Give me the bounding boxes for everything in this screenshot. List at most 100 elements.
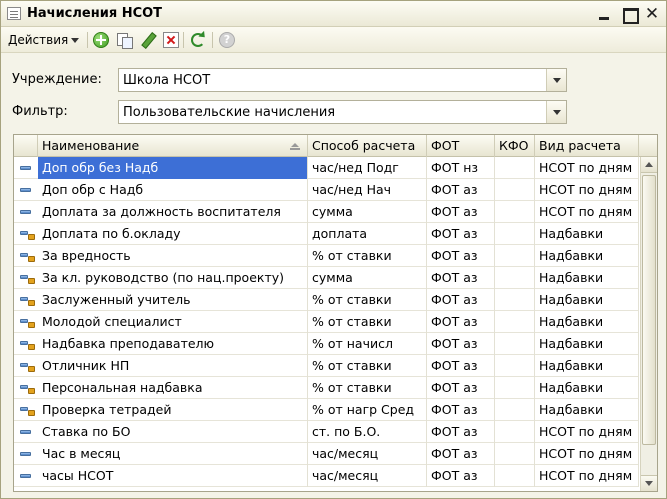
cell-method[interactable]: час/месяц: [308, 465, 427, 487]
cell-name[interactable]: Персональная надбавка: [38, 377, 308, 399]
cell-calc-type[interactable]: НСОТ по дням: [535, 201, 639, 223]
column-header-kfo[interactable]: КФО: [495, 135, 535, 157]
table-row[interactable]: Заслуженный учитель% от ставки ФОТ аз Надб…: [14, 289, 639, 311]
cell-name[interactable]: Молодой специалист: [38, 311, 308, 333]
cell-method[interactable]: % от ставки: [308, 311, 427, 333]
copy-icon[interactable]: [116, 32, 133, 49]
cell-calc-type[interactable]: Надбавки: [535, 223, 639, 245]
cell-kfo[interactable]: [495, 333, 535, 355]
title-bar[interactable]: Начисления НСОТ ✕: [1, 1, 666, 27]
dropdown-arrow-icon[interactable]: [546, 101, 566, 123]
vertical-scrollbar[interactable]: [640, 157, 657, 491]
cell-name[interactable]: Доп обр с Надб: [38, 179, 308, 201]
cell-method[interactable]: % от ставки: [308, 245, 427, 267]
cell-fot[interactable]: ФОТ аз: [427, 355, 495, 377]
cell-method[interactable]: % от ставки: [308, 289, 427, 311]
cell-method[interactable]: ст. по Б.О.: [308, 421, 427, 443]
table-row[interactable]: За вредность% от ставки ФОТ аз Надбавки: [14, 245, 639, 267]
cell-kfo[interactable]: [495, 179, 535, 201]
cell-fot[interactable]: ФОТ аз: [427, 201, 495, 223]
cell-fot[interactable]: ФОТ аз: [427, 223, 495, 245]
cell-fot[interactable]: ФОТ аз: [427, 399, 495, 421]
table-row[interactable]: Надбавка преподавателю% от начисл ФОТ аз Н…: [14, 333, 639, 355]
scroll-thumb[interactable]: [642, 175, 656, 445]
cell-kfo[interactable]: [495, 157, 535, 179]
cell-calc-type[interactable]: НСОТ по дням: [535, 179, 639, 201]
cell-fot[interactable]: ФОТ аз: [427, 333, 495, 355]
cell-fot[interactable]: ФОТ аз: [427, 421, 495, 443]
cell-kfo[interactable]: [495, 267, 535, 289]
cell-method[interactable]: % от ставки: [308, 355, 427, 377]
filter-field[interactable]: Пользовательские начисления: [118, 100, 567, 124]
cell-calc-type[interactable]: НСОТ по дням: [535, 157, 639, 179]
actions-menu-button[interactable]: Действия: [5, 31, 82, 49]
table-row[interactable]: Молодой специалист% от ставки ФОТ аз Надба…: [14, 311, 639, 333]
institution-field[interactable]: Школа НСОТ: [118, 68, 567, 92]
cell-fot[interactable]: ФОТ аз: [427, 289, 495, 311]
cell-method[interactable]: % от нагр Сред: [308, 399, 427, 421]
cell-calc-type[interactable]: Надбавки: [535, 355, 639, 377]
minimize-icon[interactable]: [596, 5, 614, 23]
table-row[interactable]: Проверка тетрадей% от нагр Сред ФОТ аз Над…: [14, 399, 639, 421]
add-icon[interactable]: [93, 32, 109, 48]
cell-kfo[interactable]: [495, 355, 535, 377]
cell-calc-type[interactable]: Надбавки: [535, 267, 639, 289]
cell-fot[interactable]: ФОТ нз: [427, 157, 495, 179]
table-row[interactable]: Ставка по БО ст. по Б.О. ФОТ аз НСОТ по дня…: [14, 421, 639, 443]
table-row[interactable]: Доплата по б.окладу доплата ФОТ аз Надбавки: [14, 223, 639, 245]
column-header-fot[interactable]: ФОТ: [427, 135, 495, 157]
cell-fot[interactable]: ФОТ аз: [427, 267, 495, 289]
cell-method[interactable]: % от ставки: [308, 377, 427, 399]
cell-kfo[interactable]: [495, 399, 535, 421]
cell-kfo[interactable]: [495, 223, 535, 245]
cell-method[interactable]: % от начисл: [308, 333, 427, 355]
cell-method[interactable]: час/нед Нач: [308, 179, 427, 201]
cell-name[interactable]: Надбавка преподавателю: [38, 333, 308, 355]
cell-calc-type[interactable]: Надбавки: [535, 399, 639, 421]
cell-name[interactable]: часы НСОТ: [38, 465, 308, 487]
cell-kfo[interactable]: [495, 245, 535, 267]
cell-name[interactable]: Заслуженный учитель: [38, 289, 308, 311]
cell-fot[interactable]: ФОТ аз: [427, 245, 495, 267]
table-row[interactable]: Час в месяц час/месяц ФОТ аз НСОТ по дням: [14, 443, 639, 465]
cell-method[interactable]: сумма: [308, 201, 427, 223]
table-row[interactable]: Доп обр с Надб час/нед Нач ФОТ аз НСОТ по д…: [14, 179, 639, 201]
cell-calc-type[interactable]: НСОТ по дням: [535, 443, 639, 465]
cell-method[interactable]: сумма: [308, 267, 427, 289]
cell-kfo[interactable]: [495, 201, 535, 223]
column-header-name[interactable]: Наименование: [38, 135, 308, 157]
cell-kfo[interactable]: [495, 377, 535, 399]
cell-name[interactable]: Проверка тетрадей: [38, 399, 308, 421]
table-row[interactable]: часы НСОТ час/месяц ФОТ аз НСОТ по дням: [14, 465, 639, 487]
table-row[interactable]: Доп обр без Надб час/нед Подг ФОТ нз НСОТ п…: [14, 157, 639, 179]
edit-icon[interactable]: [140, 32, 156, 48]
scroll-down-icon[interactable]: [641, 475, 657, 491]
cell-calc-type[interactable]: Надбавки: [535, 245, 639, 267]
cell-name[interactable]: Доплата за должность воспитателя: [38, 201, 308, 223]
cell-name[interactable]: Отличник НП: [38, 355, 308, 377]
cell-calc-type[interactable]: НСОТ по дням: [535, 421, 639, 443]
cell-name[interactable]: Ставка по БО: [38, 421, 308, 443]
maximize-icon[interactable]: [620, 5, 639, 24]
cell-fot[interactable]: ФОТ аз: [427, 179, 495, 201]
refresh-icon[interactable]: [191, 33, 205, 47]
dropdown-arrow-icon[interactable]: [546, 69, 566, 91]
cell-kfo[interactable]: [495, 289, 535, 311]
column-header-calc-type[interactable]: Вид расчета: [535, 135, 639, 157]
cell-method[interactable]: час/нед Подг: [308, 157, 427, 179]
cell-method[interactable]: час/месяц: [308, 443, 427, 465]
scroll-up-icon[interactable]: [641, 157, 657, 173]
cell-name[interactable]: За вредность: [38, 245, 308, 267]
cell-calc-type[interactable]: Надбавки: [535, 377, 639, 399]
cell-calc-type[interactable]: Надбавки: [535, 311, 639, 333]
table-row[interactable]: Доплата за должность воспитателя сумма ФОТ…: [14, 201, 639, 223]
cell-kfo[interactable]: [495, 443, 535, 465]
table-row[interactable]: Отличник НП% от ставки ФОТ аз Надбавки: [14, 355, 639, 377]
cell-name[interactable]: Час в месяц: [38, 443, 308, 465]
close-icon[interactable]: ✕: [643, 5, 661, 23]
help-icon[interactable]: ?: [219, 32, 235, 48]
cell-kfo[interactable]: [495, 311, 535, 333]
cell-calc-type[interactable]: НСОТ по дням: [535, 465, 639, 487]
cell-name[interactable]: Доп обр без Надб: [38, 157, 308, 179]
column-header-method[interactable]: Способ расчета: [308, 135, 427, 157]
